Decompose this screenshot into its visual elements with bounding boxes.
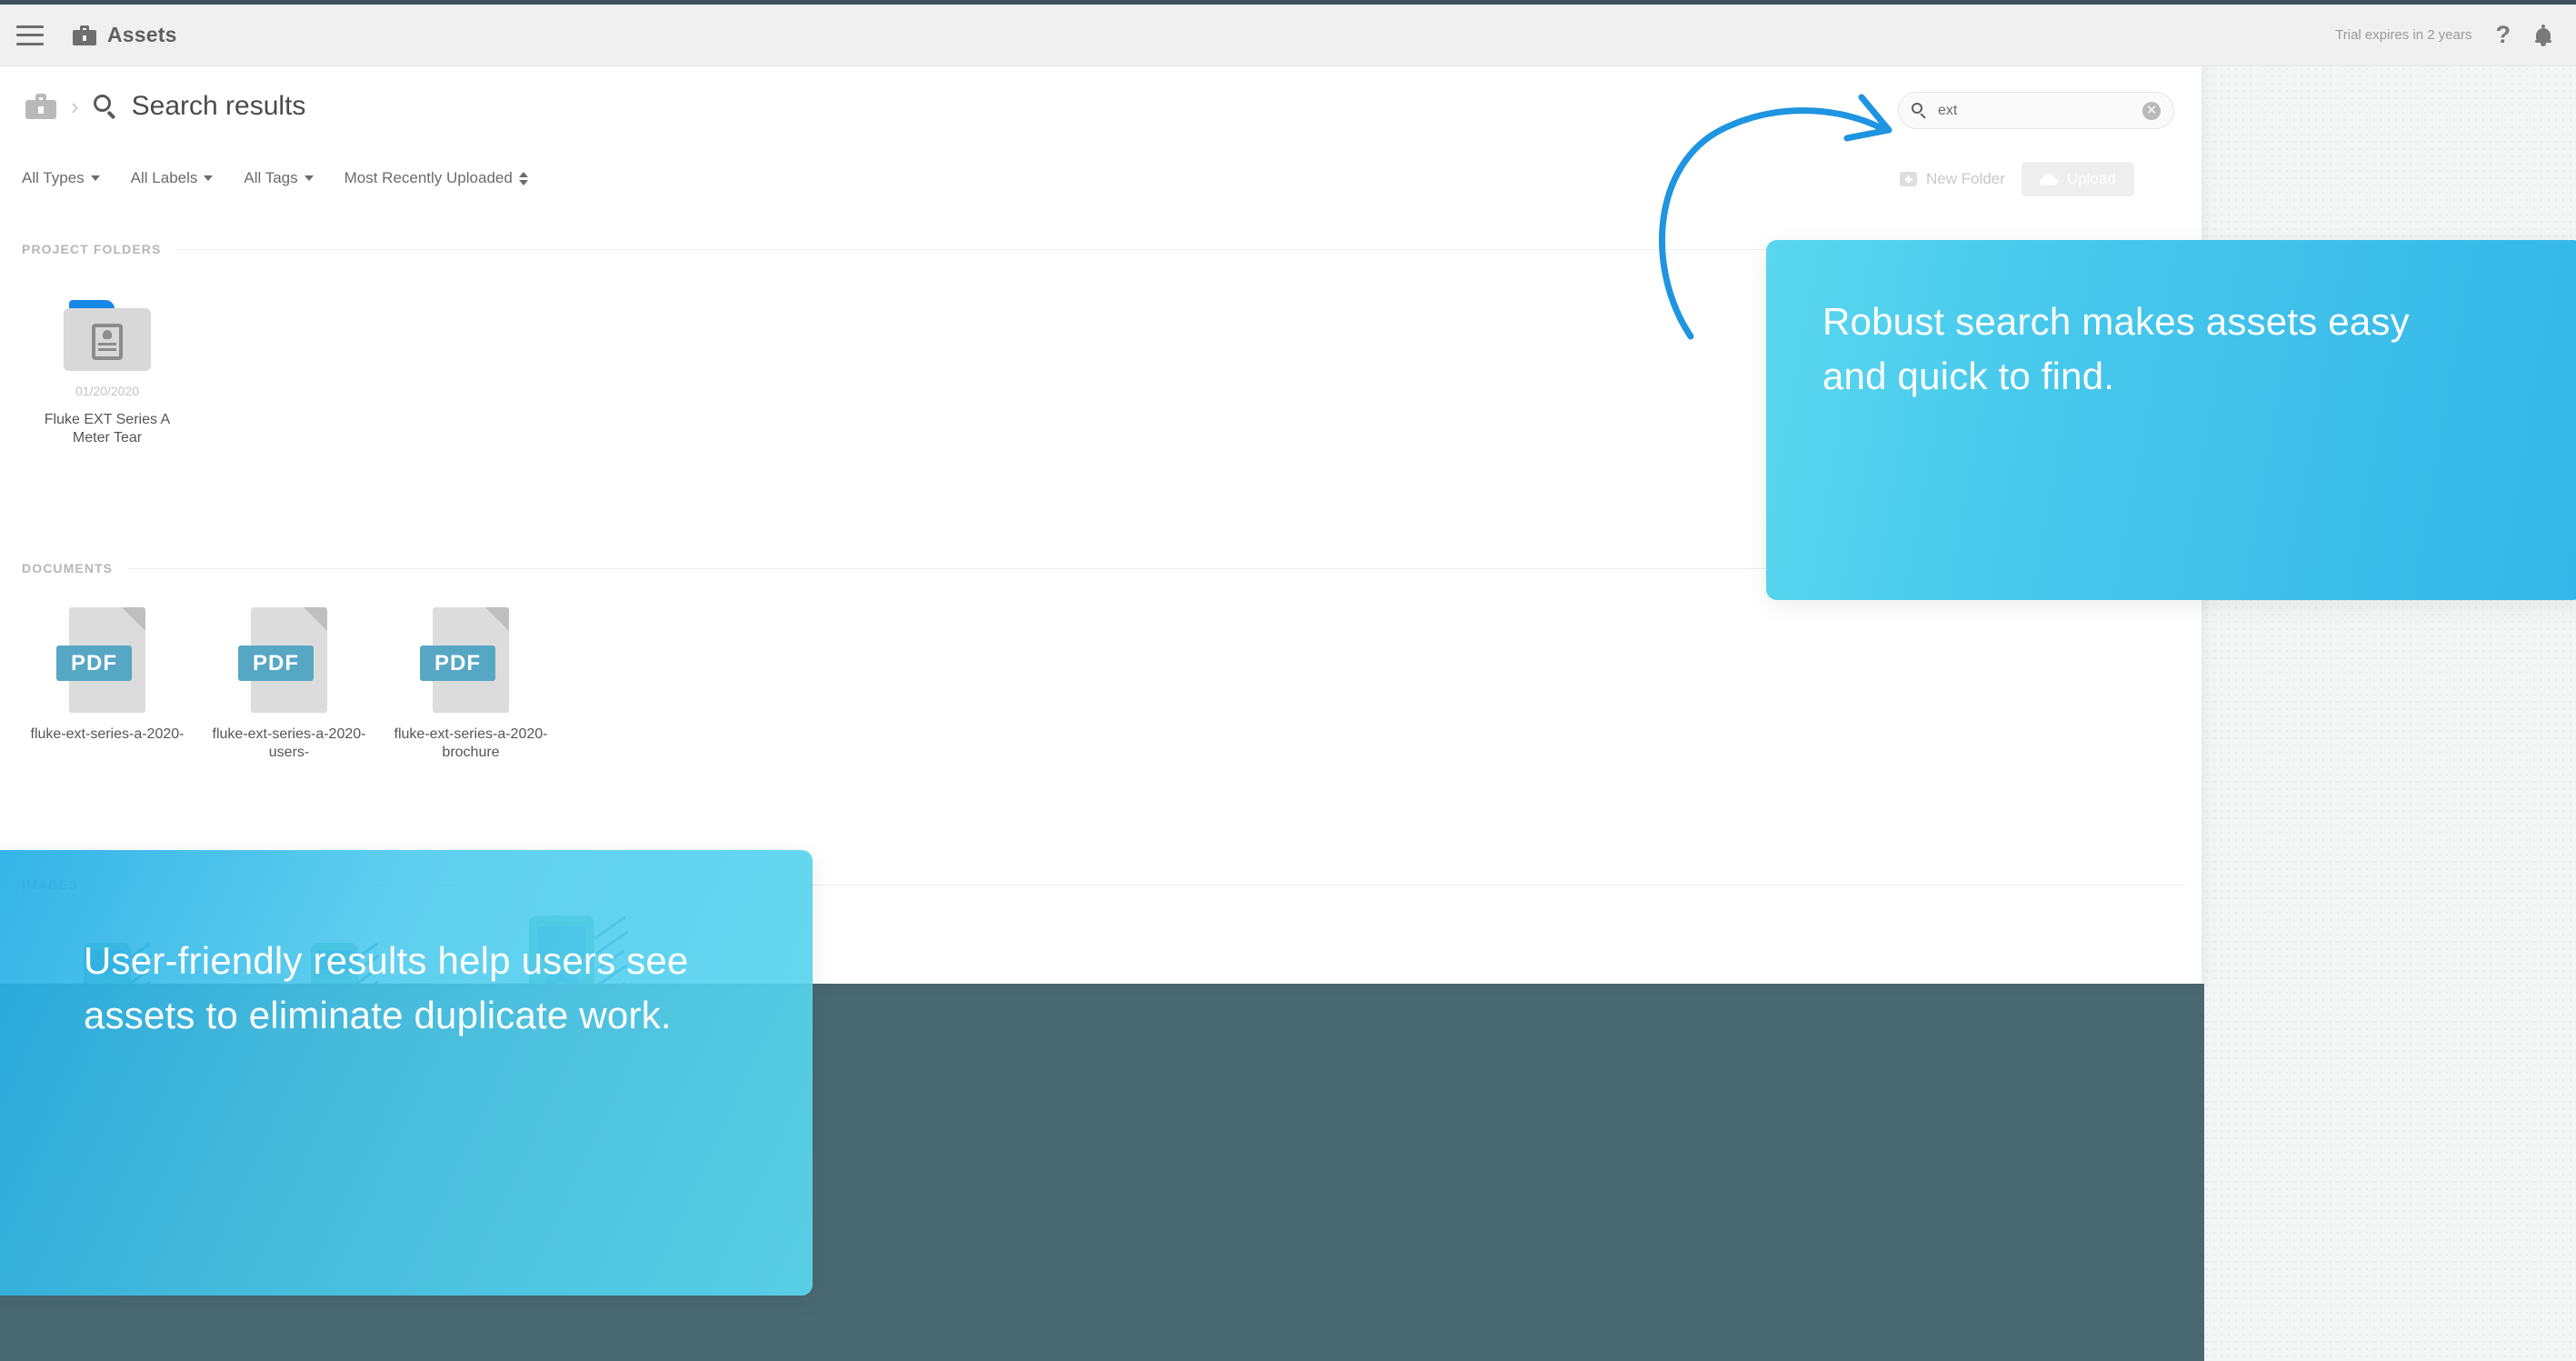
new-folder-icon <box>1900 172 1917 186</box>
filter-all-labels[interactable]: All Labels <box>131 169 214 187</box>
filter-bar: All Types All Labels All Tags Most Recen… <box>22 169 528 187</box>
clear-search-icon[interactable]: ✕ <box>2142 101 2161 120</box>
screenshot-stage: › Search results All Types All Labels Al… <box>0 0 2576 1361</box>
project-folders-grid: 01/20/2020 Fluke EXT Series A Meter Tear <box>16 300 198 448</box>
search-field[interactable]: ✕ <box>1898 92 2174 129</box>
hamburger-icon[interactable] <box>16 25 44 45</box>
topbar-right: Trial expires in 2 years ? <box>2335 23 2552 47</box>
pdf-file-icon: PDF <box>56 607 145 713</box>
brand-title: Assets <box>107 23 177 46</box>
document-name: fluke-ext-series-a-2020- <box>30 726 185 742</box>
search-icon <box>1912 103 1927 119</box>
section-title-documents: DOCUMENTS <box>22 561 114 575</box>
briefcase-icon <box>73 25 96 45</box>
document-tile[interactable]: PDF fluke-ext-series-a-2020- <box>16 607 198 763</box>
chevron-down-icon <box>90 175 100 181</box>
document-tile[interactable]: PDF fluke-ext-series-a-2020-users- <box>198 607 380 763</box>
chevron-down-icon <box>304 175 314 181</box>
new-folder-label: New Folder <box>1926 170 2005 187</box>
filter-all-labels-label: All Labels <box>130 169 198 186</box>
new-folder-button[interactable]: New Folder <box>1900 170 2005 188</box>
search-input[interactable] <box>1938 102 2142 119</box>
cloud-upload-icon <box>2039 173 2058 185</box>
pdf-file-icon: PDF <box>238 607 327 713</box>
filter-all-types[interactable]: All Types <box>22 169 100 187</box>
filter-all-tags-label: All Tags <box>244 169 298 186</box>
breadcrumb-root-briefcase-icon[interactable] <box>25 94 56 119</box>
sort-label: Most Recently Uploaded <box>344 169 513 186</box>
document-name: fluke-ext-series-a-2020-brochure <box>394 726 548 761</box>
sort-updown-icon <box>518 171 528 185</box>
upload-label: Upload <box>2066 170 2116 187</box>
document-name: fluke-ext-series-a-2020-users- <box>212 726 366 761</box>
search-icon <box>93 95 117 120</box>
callout-left: User-friendly results help users see ass… <box>0 850 813 1296</box>
folder-name: Fluke EXT Series A Meter Tear <box>44 412 171 446</box>
action-bar: New Folder Upload <box>1900 162 2134 196</box>
section-title-project-folders: PROJECT FOLDERS <box>22 242 162 256</box>
brand[interactable]: Assets <box>73 23 177 47</box>
page-title: Search results <box>131 91 306 121</box>
filter-all-tags[interactable]: All Tags <box>244 169 314 187</box>
callout-right-text: Robust search makes assets easy and quic… <box>1822 300 2410 398</box>
pdf-badge-label: PDF <box>420 645 495 681</box>
document-tile[interactable]: PDF fluke-ext-series-a-2020-brochure <box>380 607 562 763</box>
help-icon[interactable]: ? <box>2496 23 2511 47</box>
upload-button[interactable]: Upload <box>2021 162 2134 196</box>
filter-all-types-label: All Types <box>22 169 85 186</box>
pdf-file-icon: PDF <box>420 607 509 713</box>
global-topbar: Assets Trial expires in 2 years ? <box>0 5 2576 66</box>
breadcrumb-separator-icon: › <box>71 93 79 120</box>
chevron-down-icon <box>204 175 214 181</box>
pdf-badge-label: PDF <box>56 645 132 681</box>
folder-date: 01/20/2020 <box>75 384 140 398</box>
sort-most-recently-uploaded[interactable]: Most Recently Uploaded <box>344 169 528 187</box>
documents-grid: PDF fluke-ext-series-a-2020- PDF fluke-e… <box>16 607 562 763</box>
callout-left-text: User-friendly results help users see ass… <box>84 939 689 1037</box>
trial-status-text: Trial expires in 2 years <box>2335 27 2472 43</box>
callout-right: Robust search makes assets easy and quic… <box>1766 240 2576 600</box>
bell-icon[interactable] <box>2534 24 2552 46</box>
breadcrumb: › Search results <box>25 91 305 122</box>
folder-tile[interactable]: 01/20/2020 Fluke EXT Series A Meter Tear <box>16 300 198 448</box>
window-top-strip <box>0 0 2576 5</box>
pdf-badge-label: PDF <box>238 645 314 681</box>
folder-icon <box>64 300 151 371</box>
